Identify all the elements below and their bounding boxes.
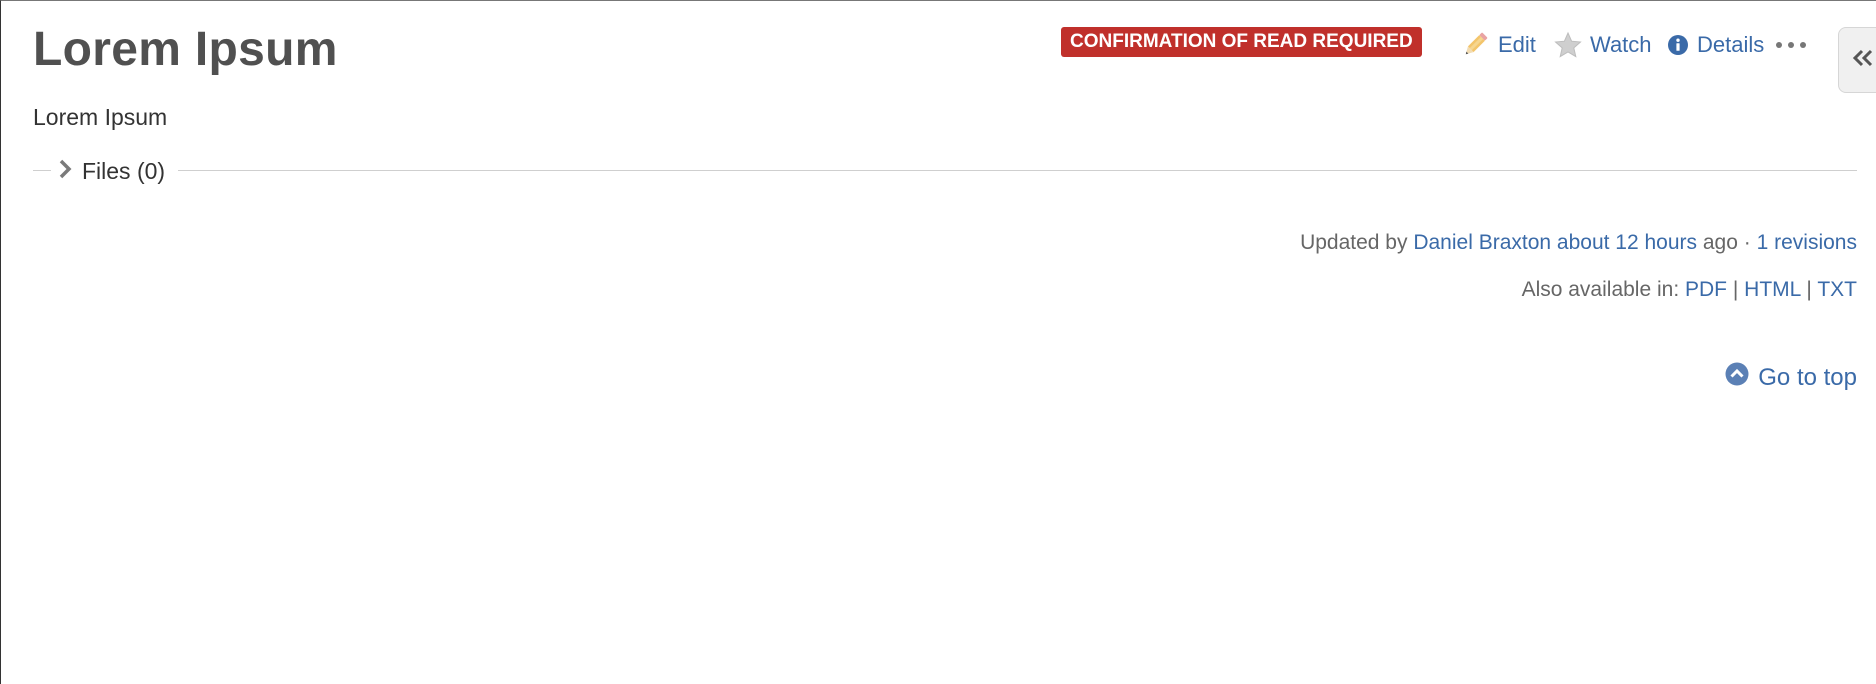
update-info: Updated by Daniel Braxton about 12 hours… bbox=[1300, 231, 1857, 255]
confirmation-badge: CONFIRMATION OF READ REQUIRED bbox=[1061, 27, 1422, 57]
format-separator: | bbox=[1806, 278, 1812, 301]
details-label: Details bbox=[1697, 32, 1765, 57]
files-section: Files (0) bbox=[33, 154, 1857, 188]
watch-label: Watch bbox=[1590, 32, 1652, 57]
more-actions-button[interactable] bbox=[1776, 34, 1806, 56]
author-link[interactable]: Daniel Braxton bbox=[1413, 231, 1551, 254]
chevron-up-circle-icon bbox=[1725, 362, 1749, 393]
page-description: Lorem Ipsum bbox=[33, 104, 168, 130]
divider bbox=[33, 170, 51, 171]
pencil-icon bbox=[1460, 30, 1490, 60]
go-to-top-label: Go to top bbox=[1758, 363, 1857, 391]
also-available-label: Also available in: bbox=[1521, 278, 1680, 301]
timestamp-link[interactable]: about 12 hours bbox=[1557, 231, 1697, 254]
info-icon bbox=[1667, 34, 1689, 56]
files-toggle[interactable]: Files (0) bbox=[58, 154, 165, 188]
ellipsis-icon bbox=[1776, 42, 1782, 48]
ago-text: ago bbox=[1702, 231, 1738, 254]
files-label: Files (0) bbox=[82, 157, 166, 184]
page-title: Lorem Ipsum bbox=[33, 23, 338, 76]
watch-button[interactable]: Watch bbox=[1554, 30, 1652, 60]
page-frame bbox=[0, 0, 1876, 684]
divider bbox=[178, 170, 1857, 171]
updated-by-text: Updated by bbox=[1300, 231, 1408, 254]
edit-label: Edit bbox=[1498, 32, 1536, 57]
go-to-top-link[interactable]: Go to top bbox=[1725, 362, 1857, 393]
double-chevron-left-icon bbox=[1852, 48, 1874, 73]
export-txt-link[interactable]: TXT bbox=[1817, 278, 1857, 301]
chevron-right-icon bbox=[58, 159, 72, 184]
details-button[interactable]: Details bbox=[1667, 30, 1764, 60]
edit-button[interactable]: Edit bbox=[1460, 30, 1536, 60]
revisions-link[interactable]: 1 revisions bbox=[1757, 231, 1857, 254]
format-separator: | bbox=[1732, 278, 1739, 301]
star-icon bbox=[1554, 31, 1582, 59]
export-formats: Also available in: PDF | HTML | TXT bbox=[1522, 278, 1857, 302]
export-pdf-link[interactable]: PDF bbox=[1685, 278, 1727, 301]
meta-separator: · bbox=[1743, 231, 1751, 254]
export-html-link[interactable]: HTML bbox=[1744, 278, 1800, 301]
sidebar-toggle-button[interactable] bbox=[1838, 27, 1876, 93]
